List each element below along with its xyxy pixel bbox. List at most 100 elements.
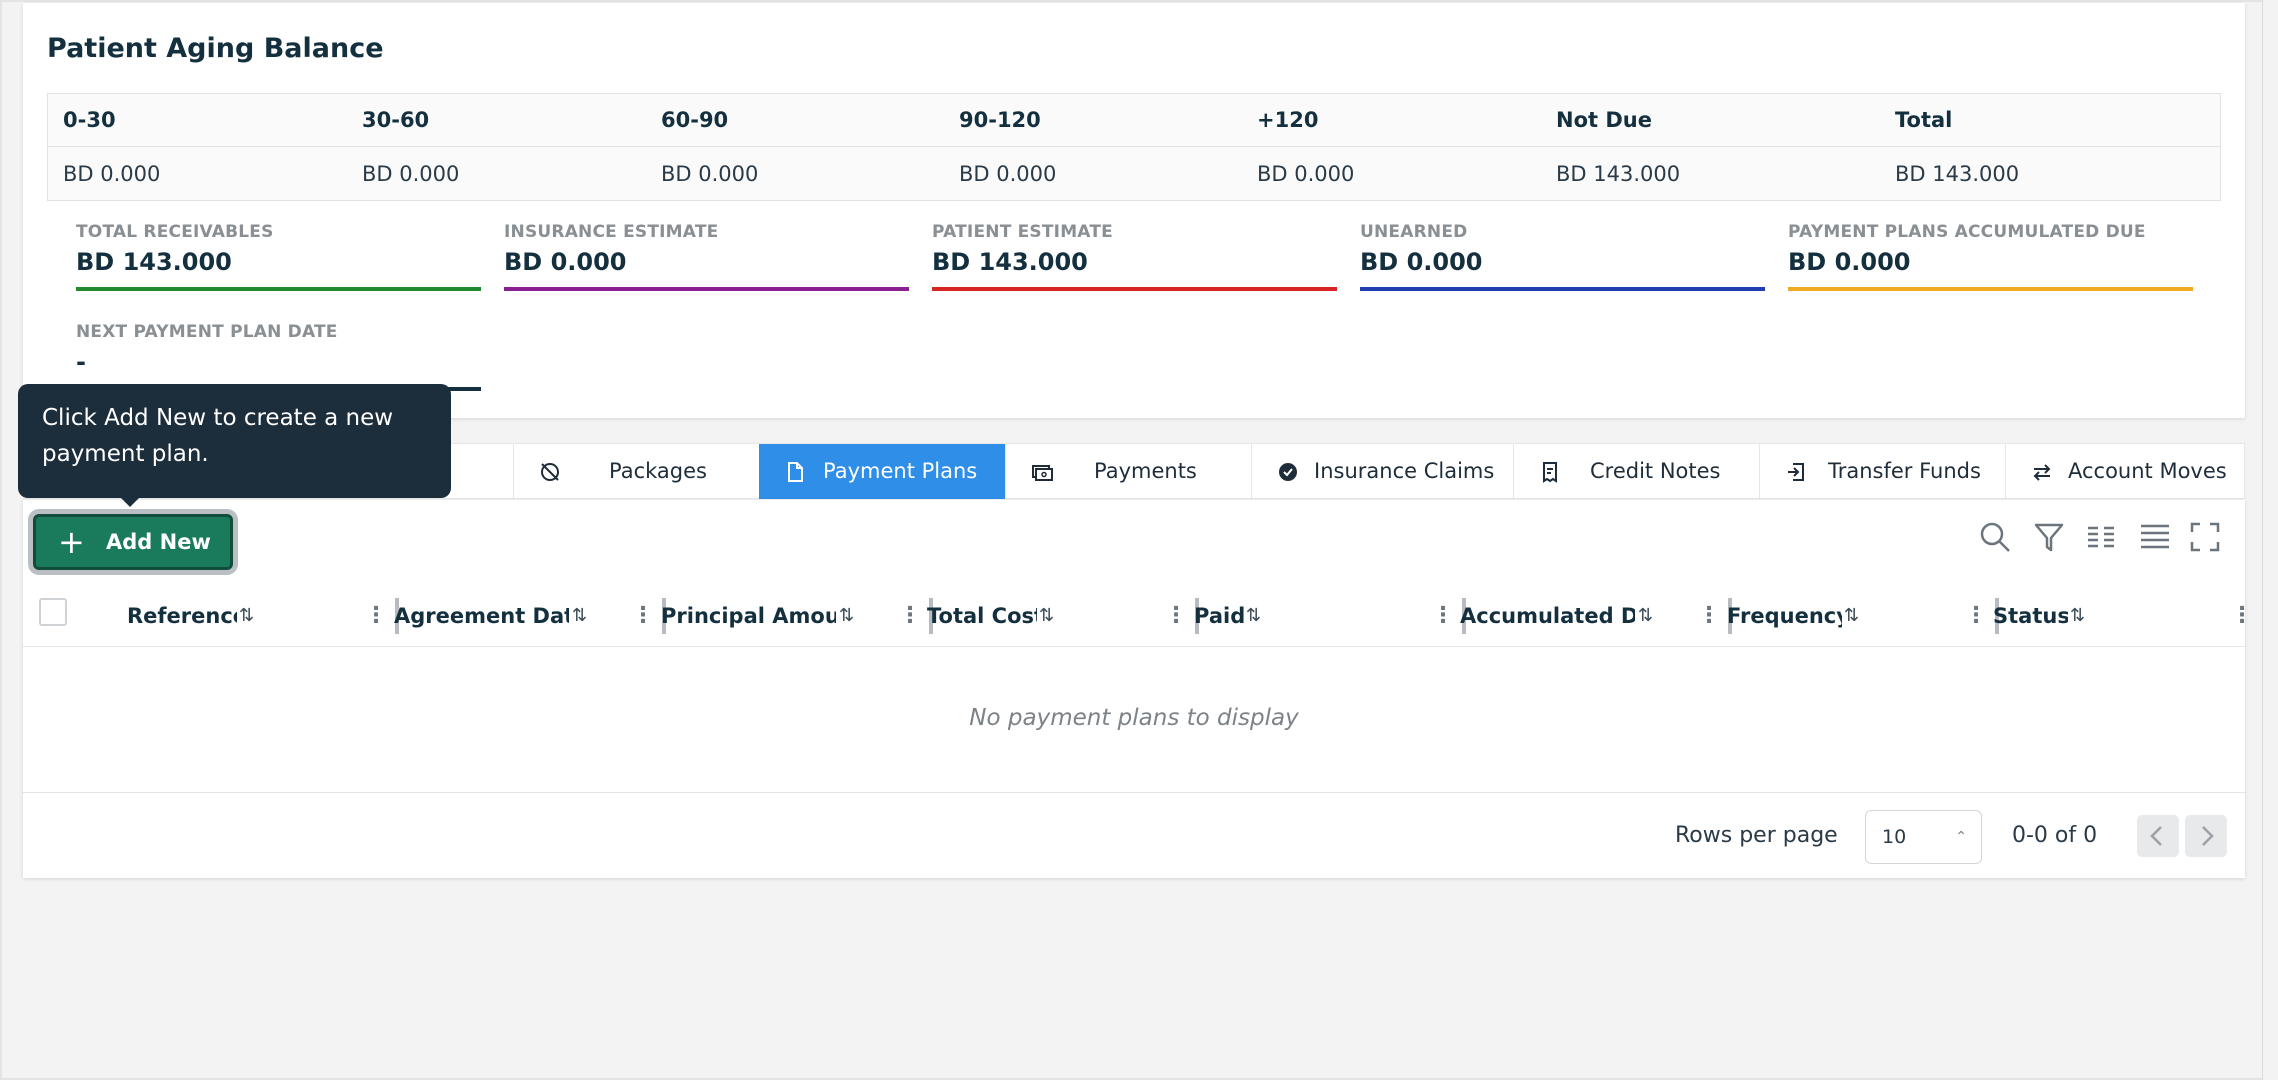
aging-header-0-30: 0-30 [63,108,116,132]
metric-label: TOTAL RECEIVABLES [76,222,274,242]
column-menu-icon[interactable]: ⋮ [1965,585,1987,647]
rows-per-page-select[interactable]: 10 ⌃ [1865,810,1982,864]
metric-value: - [76,348,86,376]
tab-credit-notes[interactable]: Credit Notes [1513,444,1759,499]
pagination-range: 0-0 of 0 [2012,823,2098,848]
aging-value-120-plus: BD 0.000 [1257,162,1355,186]
aging-value-0-30: BD 0.000 [63,162,161,186]
aging-table: 0-30 30-60 60-90 90-120 +120 Not Due Tot… [47,93,2221,201]
aging-header-row: 0-30 30-60 60-90 90-120 +120 Not Due Tot… [48,94,2220,147]
badge-icon [1277,461,1299,483]
column-menu-icon[interactable]: ⋮ [632,585,654,647]
payment-plans-grid: + Add New Reference ⇅ ⋮ Agreement Date ⇅… [23,500,2253,878]
aging-value-60-90: BD 0.000 [661,162,759,186]
columns-icon[interactable] [2084,520,2118,554]
next-page-button[interactable] [2185,815,2227,857]
metric-underline [504,287,909,291]
metric-label: NEXT PAYMENT PLAN DATE [76,322,338,342]
aging-value-90-120: BD 0.000 [959,162,1057,186]
column-total-cost[interactable]: Total Cost ⇅ ⋮ [927,585,1199,647]
column-frequency[interactable]: Frequency ⇅ ⋮ [1727,585,1999,647]
column-menu-icon[interactable]: ⋮ [899,585,921,647]
column-menu-icon[interactable]: ⋮ [365,585,387,647]
metric-value: BD 0.000 [1360,248,1483,276]
document-icon [784,461,806,483]
aging-header-not-due: Not Due [1556,108,1652,132]
tab-insurance-claims[interactable]: Insurance Claims [1251,444,1513,499]
column-reference[interactable]: Reference ⇅ ⋮ [127,585,399,647]
column-title: Agreement Date [394,604,569,628]
metric-value: BD 143.000 [76,248,232,276]
column-title: Paid [1194,604,1244,628]
rows-per-page-value: 10 [1882,826,1907,848]
metric-label: PATIENT ESTIMATE [932,222,1113,242]
column-principal-amount[interactable]: Principal Amoun ⇅ ⋮ [661,585,933,647]
sort-icon[interactable]: ⇅ [572,585,587,647]
sort-icon[interactable]: ⇅ [239,585,254,647]
add-new-label: Add New [106,530,211,554]
column-accumulated-due[interactable]: Accumulated Du ⇅ ⋮ [1460,585,1732,647]
column-menu-icon[interactable]: ⋮ [1165,585,1187,647]
filter-icon[interactable] [2032,520,2066,554]
select-all-checkbox[interactable] [39,598,67,626]
metric-underline [1360,287,1765,291]
pagination-footer: Rows per page 10 ⌃ 0-0 of 0 [23,794,2245,878]
tooltip-arrow [120,497,140,507]
column-menu-icon[interactable]: ⋮ [1698,585,1720,647]
aging-value-total: BD 143.000 [1895,162,2020,186]
chevron-right-icon [2202,826,2214,846]
metric-unearned: UNEARNED BD 0.000 [1360,222,1765,291]
empty-state-message: No payment plans to display [23,648,2245,793]
tab-label: Account Moves [2068,459,2227,483]
previous-page-button[interactable] [2137,815,2179,857]
column-title: Accumulated Du [1460,604,1635,628]
tab-packages[interactable]: Packages [513,444,759,499]
aging-title: Patient Aging Balance [47,33,384,64]
onboarding-tooltip: Click Add New to create a new payment pl… [18,384,451,498]
chevron-left-icon [2150,826,2162,846]
column-agreement-date[interactable]: Agreement Date ⇅ ⋮ [394,585,666,647]
metric-next-payment-plan-date: NEXT PAYMENT PLAN DATE - [76,322,481,391]
tab-label: Packages [609,459,707,483]
plus-icon: + [58,523,85,561]
metric-value: BD 0.000 [1788,248,1911,276]
metric-underline [1788,287,2193,291]
tab-account-moves[interactable]: Account Moves [2005,444,2245,499]
add-new-button[interactable]: + Add New [33,514,233,570]
density-icon[interactable] [2138,520,2172,554]
tab-transfer-funds[interactable]: Transfer Funds [1759,444,2005,499]
tab-label: Insurance Claims [1314,459,1495,483]
column-title: Frequency [1727,604,1842,628]
aging-header-30-60: 30-60 [362,108,430,132]
aging-balance-card: Patient Aging Balance 0-30 30-60 60-90 9… [23,3,2245,418]
metric-value: BD 0.000 [504,248,627,276]
sort-icon[interactable]: ⇅ [1246,585,1261,647]
sort-icon[interactable]: ⇅ [839,585,854,647]
search-icon[interactable] [1978,520,2012,554]
column-menu-icon[interactable]: ⋮ [2231,585,2253,647]
aging-header-90-120: 90-120 [959,108,1041,132]
tooltip-text: Click Add New to create a new payment pl… [42,405,394,467]
sort-icon[interactable]: ⇅ [1638,585,1653,647]
aging-header-60-90: 60-90 [661,108,729,132]
chevron-updown-icon: ⌃ [1955,829,1967,845]
column-title: Reference [127,604,237,628]
column-status[interactable]: Status ⇅ ⋮ [1993,585,2253,647]
tab-payment-plans[interactable]: Payment Plans [759,444,1005,499]
column-title: Status [1993,604,2068,628]
tab-payments[interactable]: Payments [1005,444,1251,499]
metric-patient-estimate: PATIENT ESTIMATE BD 143.000 [932,222,1337,291]
column-menu-icon[interactable]: ⋮ [1432,585,1454,647]
cash-icon [1031,461,1053,483]
aging-header-total: Total [1895,108,1953,132]
metric-label: UNEARNED [1360,222,1468,242]
metric-value: BD 143.000 [932,248,1088,276]
fullscreen-icon[interactable] [2188,520,2222,554]
sort-icon[interactable]: ⇅ [1039,585,1054,647]
swap-icon [2031,461,2053,483]
column-paid[interactable]: Paid ⇅ ⋮ [1194,585,1466,647]
metric-label: PAYMENT PLANS ACCUMULATED DUE [1788,222,2146,242]
metric-underline [76,287,481,291]
sort-icon[interactable]: ⇅ [1844,585,1859,647]
sort-icon[interactable]: ⇅ [2070,585,2085,647]
